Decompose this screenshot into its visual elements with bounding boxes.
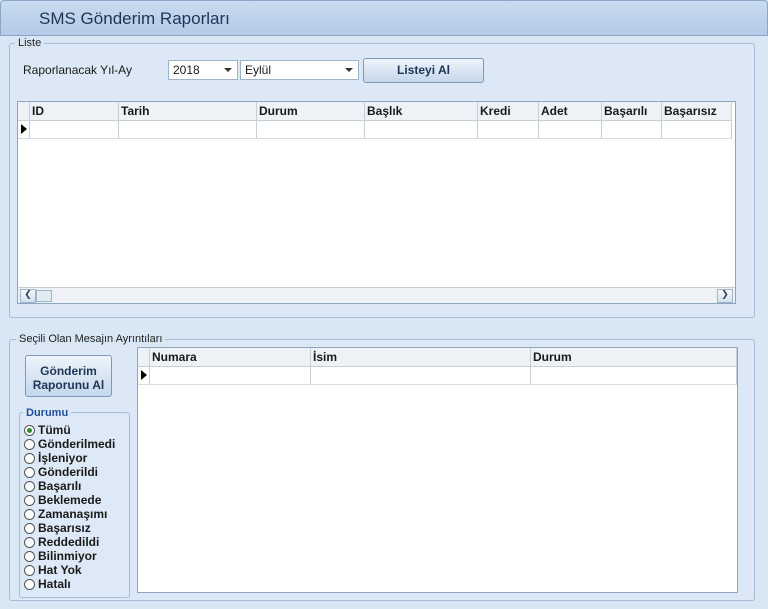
column-header-date[interactable]: Tarih [119,102,257,120]
reports-grid-header: ID Tarih Durum Başlık Kredi Adet Başarıl… [18,102,732,121]
recipients-grid[interactable]: Numara İsim Durum [137,347,738,593]
scroll-left-icon[interactable]: ❮ [20,289,36,303]
status-option-failed[interactable]: Başarısız [24,521,91,535]
status-option-error[interactable]: Hatalı [24,577,71,591]
status-option-successful[interactable]: Başarılı [24,479,81,493]
radio-button[interactable] [24,480,35,492]
column-header-failed[interactable]: Başarısız [662,102,732,120]
status-option-rejected[interactable]: Reddedildi [24,535,99,549]
status-option-not-sent[interactable]: Gönderilmedi [24,437,115,451]
column-header-id[interactable]: ID [30,102,119,120]
period-label: Raporlanacak Yıl-Ay [23,63,132,77]
table-row[interactable] [138,366,737,385]
status-legend: Durumu [23,407,72,419]
radio-button[interactable] [24,508,35,520]
scrollbar-thumb[interactable] [36,290,52,302]
year-value: 2018 [173,63,200,77]
delivery-report-button[interactable]: Gönderim Raporunu Al [25,355,112,397]
column-header-name[interactable]: İsim [311,348,531,366]
radio-button[interactable] [24,536,35,548]
radio-button[interactable] [24,578,35,590]
radio-button[interactable] [24,522,35,534]
delivery-report-button-label: Gönderim Raporunu Al [32,364,105,392]
title-bar: SMS Gönderim Raporları [0,0,768,36]
fetch-list-button[interactable]: Listeyi Al [363,58,484,83]
radio-button[interactable] [24,494,35,506]
column-header-successful[interactable]: Başarılı [602,102,662,120]
row-header [138,366,150,384]
chevron-down-icon [224,68,232,72]
row-header-corner [138,348,150,366]
horizontal-scrollbar[interactable]: ❮ ❯ [18,287,735,303]
row-header-corner [18,102,30,120]
radio-button[interactable] [24,424,35,436]
column-header-title[interactable]: Başlık [365,102,478,120]
row-header [18,120,30,138]
status-option-pending[interactable]: Beklemede [24,493,101,507]
column-header-status[interactable]: Durum [531,348,737,366]
window-title: SMS Gönderim Raporları [39,9,230,28]
status-option-all[interactable]: Tümü [24,423,71,437]
status-option-timeout[interactable]: Zamanaşımı [24,507,107,521]
table-row[interactable] [18,120,732,139]
status-option-unknown[interactable]: Bilinmiyor [24,549,97,563]
recipients-grid-header: Numara İsim Durum [138,348,737,367]
radio-button[interactable] [24,438,35,450]
year-select[interactable]: 2018 [168,60,238,80]
reports-grid[interactable]: ID Tarih Durum Başlık Kredi Adet Başarıl… [17,101,736,304]
column-header-count[interactable]: Adet [539,102,602,120]
status-option-no-line[interactable]: Hat Yok [24,563,82,577]
status-option-sent[interactable]: Gönderildi [24,465,98,479]
status-filter-group: Durumu Tümü Gönderilmedi İşleniyor Gönde… [19,407,130,598]
radio-button[interactable] [24,466,35,478]
column-header-status[interactable]: Durum [257,102,365,120]
radio-button[interactable] [24,452,35,464]
status-option-processing[interactable]: İşleniyor [24,451,87,465]
column-header-credit[interactable]: Kredi [478,102,539,120]
month-select[interactable]: Eylül [240,60,359,80]
chevron-down-icon [345,68,353,72]
current-row-icon [141,370,147,380]
detail-group-legend: Seçili Olan Mesajın Ayrıntıları [16,333,166,345]
radio-button[interactable] [24,550,35,562]
list-group-legend: Liste [15,37,45,49]
month-value: Eylül [245,63,272,77]
current-row-icon [21,124,27,134]
radio-button[interactable] [24,564,35,576]
scroll-right-icon[interactable]: ❯ [717,289,733,303]
column-header-number[interactable]: Numara [150,348,311,366]
